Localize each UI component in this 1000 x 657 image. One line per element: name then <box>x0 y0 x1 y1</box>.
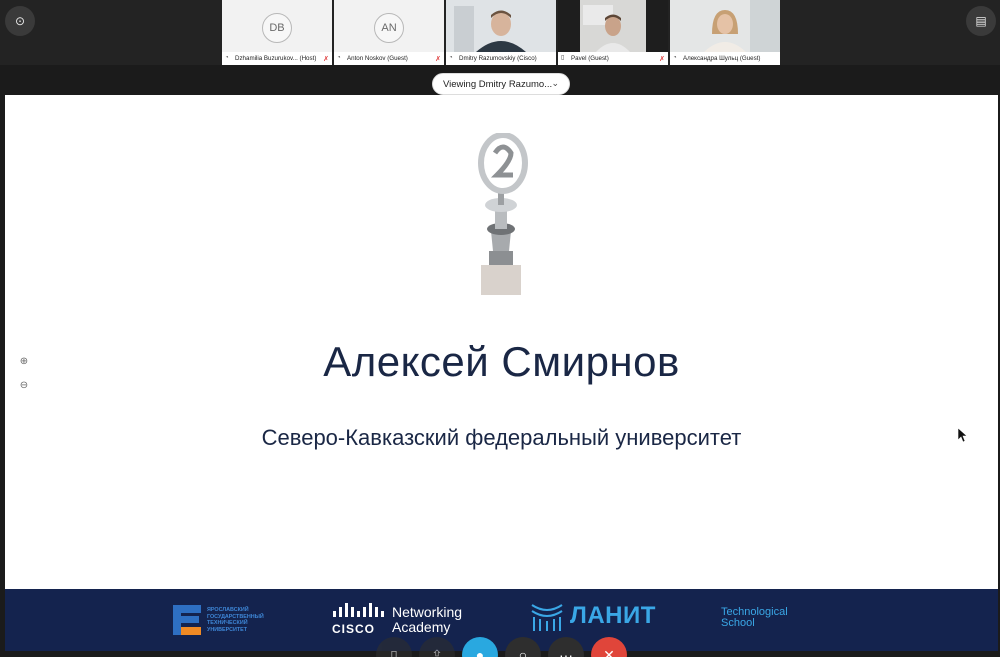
viewing-selector-label: Viewing Dmitry Razumo... <box>443 78 553 90</box>
person-icon: ● <box>475 647 485 657</box>
slide-footer-logos: ЯРОСЛАВСКИЙ ГОСУДАРСТВЕННЫЙ ТЕХНИЧЕСКИЙ … <box>5 589 998 651</box>
participant-video <box>446 0 556 52</box>
meeting-info-button[interactable]: ⊙ <box>5 6 35 36</box>
microphone-icon: ▯ <box>390 646 398 657</box>
participant-name: Александра Шульц (Guest) <box>683 55 761 62</box>
headset-icon: ◔ <box>449 55 453 61</box>
slide-subtitle: Северо-Кавказский федеральный университе… <box>261 425 742 450</box>
participant-name: Pavel (Guest) <box>571 55 609 62</box>
participant-nameplate: ▯ Pavel (Guest) ✗ <box>558 52 668 65</box>
cisco-academy-line: Networking <box>392 603 463 620</box>
more-icon: ··· <box>559 647 573 657</box>
avatar: DB <box>262 13 292 43</box>
mic-muted-icon: ✗ <box>659 55 665 63</box>
participants-bar: ⊙ DB ◔ Dzhamilia Buzurukov... (Host) ✗ A… <box>0 0 1000 65</box>
chevron-down-icon: ⌄ <box>551 78 559 88</box>
layout-button[interactable]: ▤ <box>966 6 996 36</box>
participant-name: Dmitry Razumovskiy (Cisco) <box>459 55 537 62</box>
phone-icon: ▯ <box>561 55 565 61</box>
participant-tile[interactable]: ◔ Александра Шульц (Guest) <box>670 0 780 65</box>
slide-title: Алексей Смирнов <box>323 338 680 385</box>
trophy-icon <box>478 133 528 295</box>
chat-icon: ○ <box>518 647 528 657</box>
mic-muted-icon: ✗ <box>435 55 441 63</box>
cisco-academy-logo: CISCO Networking Academy <box>332 603 462 636</box>
participant-tile[interactable]: DB ◔ Dzhamilia Buzurukov... (Host) ✗ <box>222 0 332 65</box>
headset-icon: ◔ <box>673 55 677 61</box>
participant-tile[interactable]: ▯ Pavel (Guest) ✗ <box>558 0 668 65</box>
tech-line: School <box>721 617 755 629</box>
participant-name: Anton Noskov (Guest) <box>347 55 408 62</box>
participant-video <box>670 0 780 52</box>
layout-grid-icon: ▤ <box>975 14 987 28</box>
participant-nameplate: ◔ Dzhamilia Buzurukov... (Host) ✗ <box>222 52 332 65</box>
participant-nameplate: ◔ Dmitry Razumovskiy (Cisco) <box>446 52 556 65</box>
lanit-wordmark: ЛАНИТ <box>570 602 656 629</box>
participant-tile-active[interactable]: ◔ Dmitry Razumovskiy (Cisco) <box>446 0 556 65</box>
cisco-academy-line: Academy <box>392 618 451 635</box>
share-icon: ⇪ <box>431 646 443 657</box>
participant-strip: DB ◔ Dzhamilia Buzurukov... (Host) ✗ AN … <box>222 0 780 65</box>
video-meeting-window: ⊙ DB ◔ Dzhamilia Buzurukov... (Host) ✗ A… <box>0 0 1000 657</box>
mouse-cursor-icon <box>958 428 968 442</box>
headset-icon: ◔ <box>337 55 341 61</box>
ystu-line: УНИВЕРСИТЕТ <box>207 626 248 633</box>
cisco-bars-icon <box>333 603 384 617</box>
lanit-mark <box>531 604 563 631</box>
mic-muted-icon: ✗ <box>323 55 329 63</box>
lanit-logo: ЛАНИТ <box>530 601 656 631</box>
info-icon: ⊙ <box>14 14 26 28</box>
ystu-mark <box>173 605 201 635</box>
technological-school-logo: Technological School <box>721 607 788 629</box>
participant-nameplate: ◔ Anton Noskov (Guest) ✗ <box>334 52 444 65</box>
shared-slide: ⊕ ⊖ Алексей Смирнов Северо-Кавказский фе… <box>5 95 998 589</box>
participant-video <box>558 0 668 52</box>
ystu-logo: ЯРОСЛАВСКИЙ ГОСУДАРСТВЕННЫЙ ТЕХНИЧЕСКИЙ … <box>173 605 264 635</box>
cisco-wordmark: CISCO <box>332 622 376 636</box>
participant-nameplate: ◔ Александра Шульц (Guest) <box>670 52 780 65</box>
viewing-selector[interactable]: Viewing Dmitry Razumo... ⌄ <box>432 73 570 95</box>
participant-name: Dzhamilia Buzurukov... (Host) <box>235 55 317 62</box>
participant-tile[interactable]: AN ◔ Anton Noskov (Guest) ✗ <box>334 0 444 65</box>
avatar: AN <box>374 13 404 43</box>
headset-icon: ◔ <box>225 55 229 61</box>
close-icon: ✕ <box>603 646 615 657</box>
